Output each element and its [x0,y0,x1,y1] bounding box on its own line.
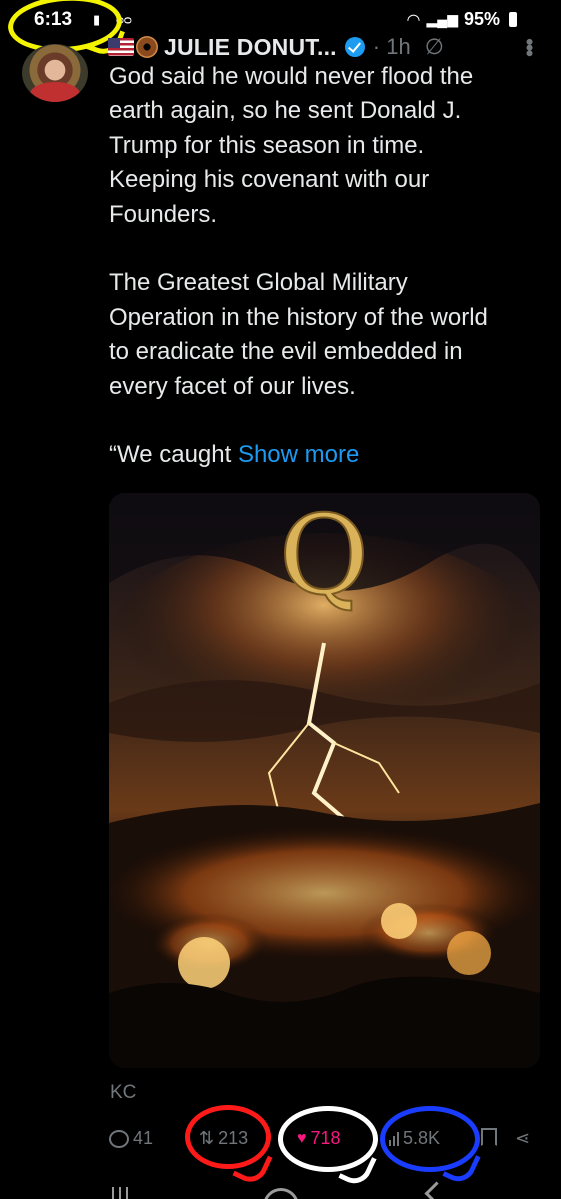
back-button[interactable] [424,1181,449,1199]
body-line: Operation in the history of the world [109,303,488,331]
tweet-header: JULIE DONUT... · 1h ∅ ••• [108,31,547,63]
bookmark-button[interactable] [481,1128,497,1146]
wifi-icon: ◠ [406,11,421,29]
tweet-paragraph-1: God said he would never flood the earth … [109,60,549,232]
avatar[interactable] [22,44,88,102]
more-options-icon[interactable]: ••• [517,38,542,55]
tweet-time[interactable]: · 1h [373,34,411,60]
verified-badge-icon [344,37,365,57]
body-line: Keeping his covenant with our [109,166,430,194]
body-line: earth again, so he sent Donald J. [109,97,462,125]
image-caption: KC [110,1082,137,1103]
body-line: Trump for this season in time. [109,131,425,159]
like-count: 718 [310,1128,341,1148]
phone-screen: 6:13 ▮ ᴑᴑ ◠ ▂▄▆ 95% JULIE DONUT... · 1h … [0,0,561,1199]
q-letter: Q [279,493,369,619]
tweet-image[interactable]: Q [109,493,540,1068]
battery-level: 95% [463,9,500,29]
apocalyptic-artwork: Q [109,493,540,1068]
reply-count: 41 [133,1128,154,1148]
author-name[interactable]: JULIE DONUT... [164,34,337,61]
recents-button[interactable] [112,1187,128,1199]
view-count: 5.8K [403,1128,441,1148]
reply-button[interactable]: 41 [109,1128,153,1149]
body-line: God said he would never flood the [109,63,474,90]
us-flag-icon [108,38,134,56]
system-nav-bar [0,1181,561,1199]
battery-icon [509,12,517,27]
bookmark-icon [481,1128,497,1146]
body-line: “We caught [109,441,238,469]
views-icon [389,1131,399,1146]
views-button[interactable]: 5.8K [389,1128,440,1149]
heart-icon: ♥ [297,1129,307,1147]
status-right: ◠ ▂▄▆ 95% [407,9,517,30]
show-more-link[interactable]: Show more [238,441,359,468]
tweet-paragraph-2: The Greatest Global Military Operation i… [109,266,549,404]
body-line: every facet of our lives. [109,372,356,400]
tweet-paragraph-3: “We caught Show more [109,438,549,472]
retweet-icon: ⇅ [199,1128,215,1148]
action-bar: 41 ⇅ 213 ♥ 718 5.8K ⋖ [109,1124,549,1158]
body-line: The Greatest Global Military [109,269,408,297]
voicemail-icon: ᴑᴑ [116,12,132,27]
tweet-text[interactable]: God said he would never flood the earth … [109,60,549,473]
retweet-button[interactable]: ⇅ 213 [199,1128,248,1149]
reply-icon [109,1129,129,1148]
donut-icon [136,36,158,58]
like-button[interactable]: ♥ 718 [297,1128,341,1149]
share-button[interactable]: ⋖ [515,1128,530,1149]
retweet-count: 213 [218,1128,249,1148]
status-time: 6:13 [34,9,73,30]
grok-icon[interactable]: ∅ [425,34,444,60]
share-icon: ⋖ [515,1128,531,1148]
home-button[interactable] [263,1188,299,1199]
body-line: to eradicate the evil embedded in [109,338,463,366]
body-line: Founders. [109,200,218,228]
signal-icon: ▂▄▆ [426,11,458,27]
